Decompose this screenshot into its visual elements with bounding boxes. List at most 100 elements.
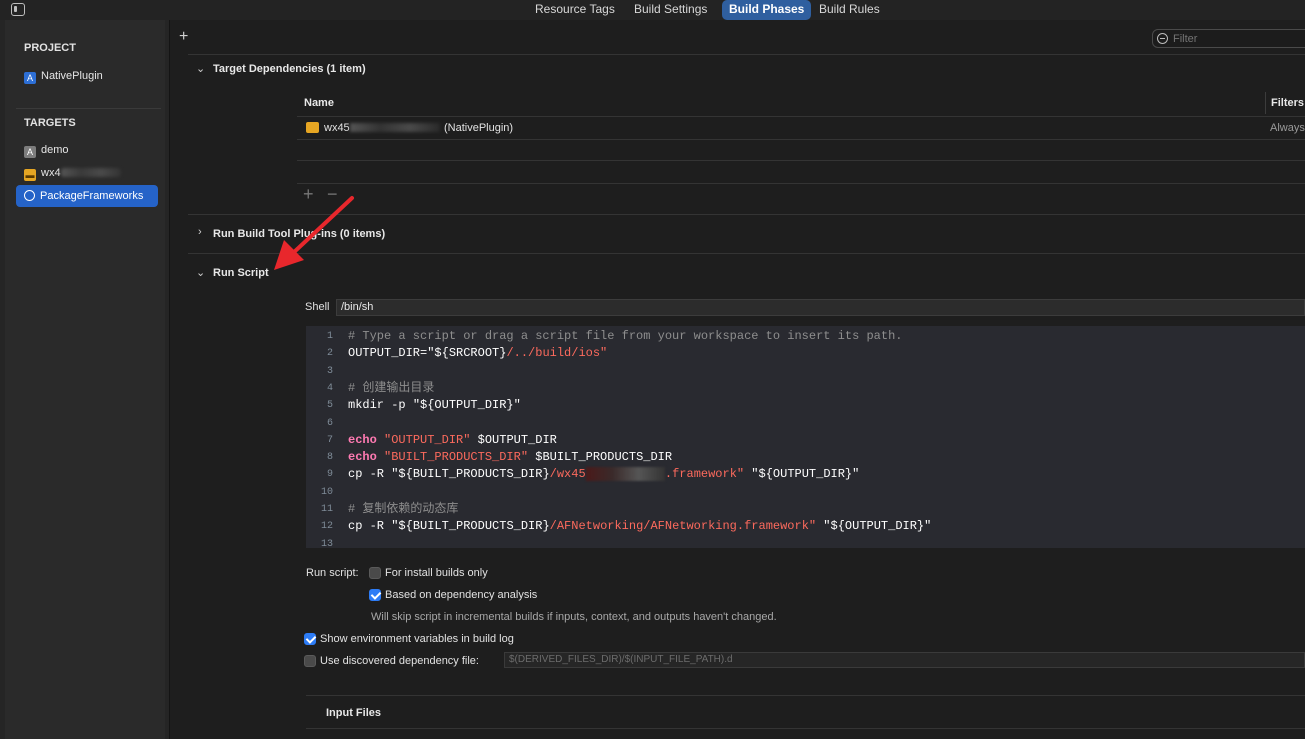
code-token: "${OUTPUT_DIR}" xyxy=(744,467,860,482)
code-token: $OUTPUT_DIR xyxy=(470,432,557,447)
code-text: # Type a script or drag a script file fr… xyxy=(348,328,903,345)
shell-input[interactable]: /bin/sh xyxy=(336,299,1305,316)
dependency-file-input[interactable]: $(DERIVED_FILES_DIR)/$(INPUT_FILE_PATH).… xyxy=(504,652,1305,668)
framework-toolbox-icon: ▬ xyxy=(24,169,36,181)
divider xyxy=(188,54,1305,55)
run-build-tool-plugins-title[interactable]: Run Build Tool Plug-ins (0 items) xyxy=(213,228,385,240)
project-heading: PROJECT xyxy=(24,42,76,54)
dependency-name-prefix: wx45 xyxy=(324,122,350,134)
code-token: cp -R xyxy=(348,519,392,534)
dependency-filter: Always xyxy=(1270,122,1305,134)
code-token: mkdir -p xyxy=(348,398,413,413)
filter-field[interactable] xyxy=(1152,29,1305,48)
sidebar-item-project[interactable]: A NativePlugin xyxy=(16,65,158,87)
sidebar-divider xyxy=(16,108,161,109)
sidebar-item-demo[interactable]: Ademo xyxy=(16,139,158,161)
chevron-right-icon[interactable]: › xyxy=(198,226,202,238)
code-text: cp -R "${BUILT_PRODUCTS_DIR}/AFNetworkin… xyxy=(348,518,931,535)
tab-build-settings[interactable]: Build Settings xyxy=(627,0,714,20)
code-token: /../build/ios" xyxy=(506,346,608,361)
code-token: "${BUILT_PRODUCTS_DIR} xyxy=(391,467,550,482)
shell-label: Shell xyxy=(305,301,330,313)
line-number: 11 xyxy=(320,504,333,515)
code-token: # 复制依赖的动态库 xyxy=(348,502,459,516)
code-token: # 创建输出目录 xyxy=(348,380,435,395)
chevron-down-icon[interactable]: ⌄ xyxy=(196,62,205,75)
line-number: 1 xyxy=(326,331,333,342)
row-divider xyxy=(297,160,1305,161)
code-token: # Type a script or drag a script file fr… xyxy=(348,329,903,343)
column-filters[interactable]: Filters xyxy=(1271,97,1304,109)
dependency-analysis-hint: Will skip script in incremental builds i… xyxy=(371,611,777,623)
code-token: echo xyxy=(348,450,385,465)
framework-toolbox-icon xyxy=(306,122,319,133)
add-phase-button[interactable]: + xyxy=(179,29,188,45)
code-token: $BUILT_PRODUCTS_DIR xyxy=(528,450,673,465)
discovered-dep-file-checkbox[interactable] xyxy=(304,655,316,667)
code-text: echo "OUTPUT_DIR" $OUTPUT_DIR xyxy=(348,432,557,449)
code-text: OUTPUT_DIR="${SRCROOT}/../build/ios" xyxy=(348,345,607,362)
chevron-down-icon[interactable]: ⌄ xyxy=(196,266,205,279)
divider xyxy=(188,253,1305,254)
code-token: "${OUTPUT_DIR}" xyxy=(412,398,521,413)
code-token: OUTPUT_DIR= xyxy=(348,346,428,361)
tab-resource-tags[interactable]: Resource Tags xyxy=(528,0,622,20)
line-number: 5 xyxy=(326,400,333,412)
code-text: # 复制依赖的动态库 xyxy=(348,501,458,518)
app-target-icon: A xyxy=(24,146,36,158)
sidebar-toggle-icon[interactable] xyxy=(11,3,25,16)
line-number: 2 xyxy=(326,348,333,360)
filter-icon xyxy=(1157,33,1168,44)
row-divider xyxy=(297,139,1305,140)
install-builds-only-checkbox[interactable] xyxy=(369,567,381,579)
line-number: 4 xyxy=(326,382,333,394)
discovered-dep-file-label[interactable]: Use discovered dependency file: xyxy=(320,655,479,667)
target-dependencies-title[interactable]: Target Dependencies (1 item) xyxy=(213,63,366,75)
install-builds-only-label[interactable]: For install builds only xyxy=(385,567,488,579)
code-token: "BUILT_PRODUCTS_DIR" xyxy=(384,450,529,465)
tab-build-phases[interactable]: Build Phases xyxy=(722,0,812,20)
table-row[interactable]: wx45 (NativePlugin) Always xyxy=(297,117,1305,139)
dependency-analysis-label[interactable]: Based on dependency analysis xyxy=(385,589,537,601)
code-token: "${SRCROOT} xyxy=(427,346,507,361)
remove-dependency-button[interactable]: − xyxy=(327,184,338,205)
filter-input[interactable] xyxy=(1171,31,1305,46)
aggregate-target-icon xyxy=(24,190,35,201)
add-dependency-button[interactable]: + xyxy=(303,184,314,205)
sidebar-item-label: PackageFrameworks xyxy=(40,190,144,202)
row-divider xyxy=(297,183,1305,184)
column-name[interactable]: Name xyxy=(304,97,334,109)
line-number: 13 xyxy=(320,538,333,548)
show-env-vars-checkbox[interactable] xyxy=(304,633,316,645)
targets-heading: TARGETS xyxy=(24,117,76,129)
code-text: echo "BUILT_PRODUCTS_DIR" $BUILT_PRODUCT… xyxy=(348,449,672,466)
show-env-vars-label[interactable]: Show environment variables in build log xyxy=(320,633,514,645)
code-token: /wx45 xyxy=(549,467,586,482)
redacted-text xyxy=(60,168,121,177)
code-token: "OUTPUT_DIR" xyxy=(384,432,471,447)
divider xyxy=(306,728,1305,729)
redacted-text: ███████████ xyxy=(585,467,665,482)
input-files-title[interactable]: Input Files xyxy=(326,707,381,719)
run-script-label: Run script: xyxy=(306,567,359,579)
sidebar-item-label: wx4 xyxy=(41,167,61,179)
line-number: 6 xyxy=(326,417,333,429)
column-divider xyxy=(1265,92,1266,114)
project-file-icon: A xyxy=(24,72,36,84)
code-token: "${OUTPUT_DIR}" xyxy=(816,519,932,534)
tab-build-rules[interactable]: Build Rules xyxy=(812,0,887,20)
dependency-name-suffix: (NativePlugin) xyxy=(444,122,514,134)
line-number: 3 xyxy=(326,365,333,377)
run-script-title[interactable]: Run Script xyxy=(213,267,269,279)
code-token: .framework" xyxy=(664,467,745,482)
script-editor[interactable]: 1 # Type a script or drag a script file f… xyxy=(306,326,1305,548)
code-token: "${BUILT_PRODUCTS_DIR} xyxy=(391,519,550,534)
build-phases-editor: + ⌄ Target Dependencies (1 item) Name Fi… xyxy=(171,20,1305,739)
code-text: mkdir -p "${OUTPUT_DIR}" xyxy=(348,397,521,414)
sidebar-item-wx-framework[interactable]: ▬ wx4 xyxy=(16,162,158,184)
sidebar-item-label: demo xyxy=(41,144,69,156)
line-number: 9 xyxy=(326,469,333,481)
line-number: 12 xyxy=(320,521,333,533)
sidebar-item-packageframeworks[interactable]: PackageFrameworks xyxy=(16,185,158,207)
dependency-analysis-checkbox[interactable] xyxy=(369,589,381,601)
